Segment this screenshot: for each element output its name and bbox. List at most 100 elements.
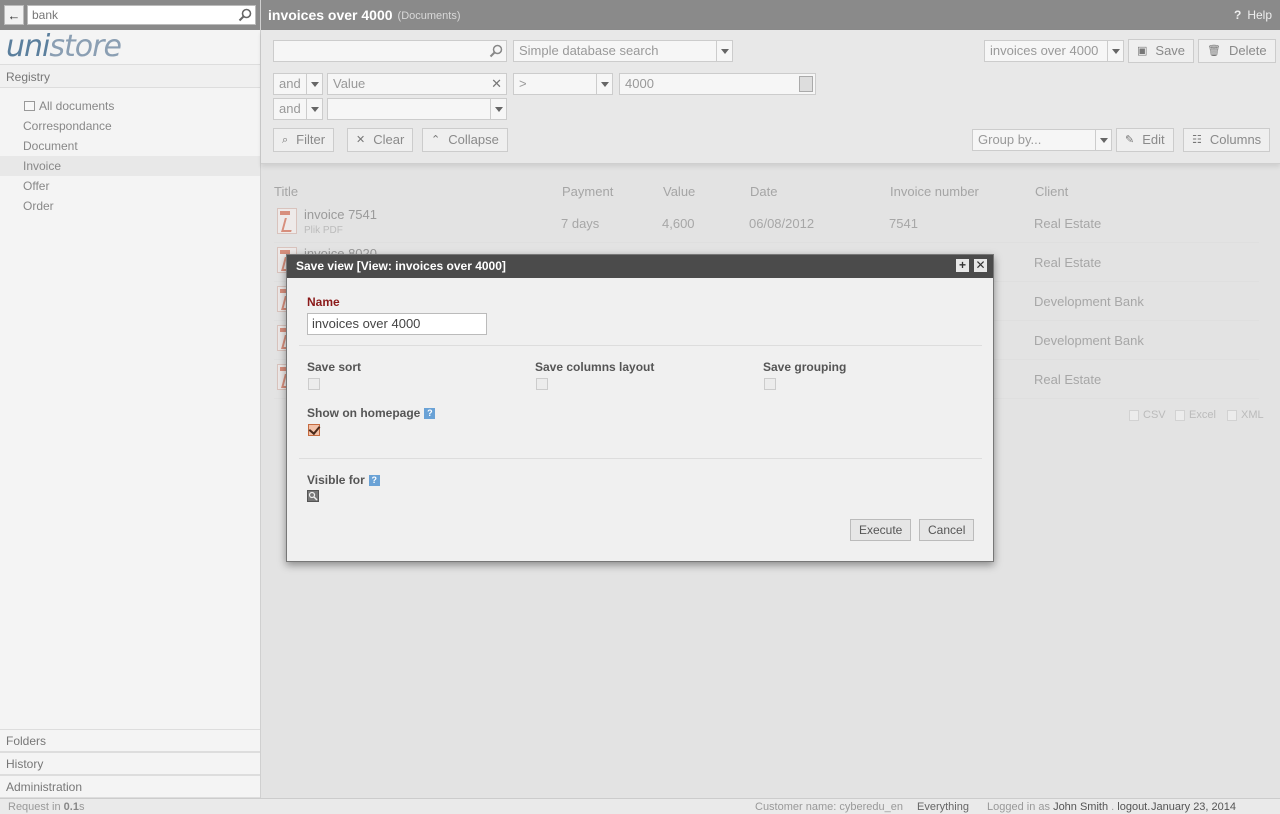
tree-item-order[interactable]: Order [0, 196, 260, 216]
chevron-up-icon: ⌃ [431, 134, 441, 146]
filter-button[interactable]: ⌕ Filter [273, 128, 335, 152]
help-icon[interactable]: ? [424, 408, 436, 419]
cancel-button[interactable]: Cancel [919, 519, 975, 541]
tree-item-offer[interactable]: Offer [0, 176, 260, 196]
execute-button[interactable]: Execute [850, 519, 912, 541]
search-type-select[interactable]: Simple database search [513, 40, 733, 62]
condition-field-select[interactable]: Value ✕ [327, 73, 507, 95]
visible-for-text: Visible for [307, 473, 365, 487]
save-view-dialog: Save view [View: invoices over 4000] + ✕… [286, 254, 994, 562]
search-icon[interactable] [307, 490, 319, 502]
save-button[interactable]: ▣ Save [1128, 39, 1195, 63]
delete-button[interactable]: 🗑 Delete [1198, 39, 1276, 63]
sidebar-section-registry[interactable]: Registry [0, 64, 260, 88]
page-title: invoices over 4000 [268, 7, 393, 23]
back-arrow-icon[interactable]: ← [4, 5, 24, 25]
close-icon[interactable]: ✕ [491, 74, 502, 94]
help-icon[interactable]: ? [368, 475, 380, 486]
save-label: Save [1155, 43, 1186, 58]
edit-label: Edit [1142, 132, 1165, 147]
sidebar-section-administration[interactable]: Administration [0, 775, 260, 798]
tree-item-correspondance[interactable]: Correspondance [0, 116, 260, 136]
help-link[interactable]: ? Help [1234, 8, 1272, 22]
request-time-value: 0.1 [63, 801, 79, 813]
tree-item-document[interactable]: Document [0, 136, 260, 156]
condition-operator-value: and [279, 101, 301, 116]
filter-label: Filter [296, 132, 326, 147]
chevron-down-icon [490, 99, 506, 119]
save-grouping-label: Save grouping [763, 360, 847, 374]
show-homepage-checkbox[interactable] [308, 424, 320, 436]
view-select-value: invoices over 4000 [990, 43, 1099, 58]
request-unit: s [78, 801, 85, 813]
clear-button[interactable]: ✕ Clear [347, 128, 414, 152]
condition-field-select-2[interactable] [327, 98, 507, 120]
filter-panel: Simple database search invoices over 400… [261, 30, 1280, 164]
calendar-icon[interactable] [799, 76, 813, 92]
group-by-select[interactable]: Group by... [972, 129, 1112, 151]
search-icon: ⌕ [282, 134, 289, 146]
delete-label: Delete [1228, 43, 1267, 58]
condition-comparator-value: > [519, 76, 527, 91]
search-icon[interactable] [237, 7, 253, 23]
request-time: Request in 0.1s [8, 799, 84, 814]
logo-part-store: store [49, 29, 122, 64]
sidebar: ← bank unistore Registry All documents C… [0, 0, 261, 798]
save-sort-label: Save sort [307, 360, 362, 374]
customer-name: Customer name: cyberedu_en [755, 801, 903, 813]
chevron-down-icon [306, 74, 322, 94]
group-by-value: Group by... [978, 132, 1042, 147]
tree-item-invoice[interactable]: Invoice [0, 156, 260, 176]
logged-in-prefix: Logged in as [987, 801, 1054, 813]
condition-operator-value: and [279, 76, 301, 91]
page-subtitle: (Documents) [397, 10, 461, 22]
sidebar-search-value: bank [32, 8, 59, 22]
topbar: invoices over 4000 (Documents) ? Help [261, 0, 1280, 30]
document-tree: All documents Correspondance Document In… [0, 88, 260, 216]
sidebar-search-bar: ← bank [0, 0, 260, 30]
sidebar-search-input[interactable]: bank [27, 5, 256, 25]
show-homepage-text: Show on homepage [307, 406, 421, 420]
edit-button[interactable]: ✎ Edit [1116, 128, 1174, 152]
floppy-icon: ▣ [1137, 45, 1148, 57]
close-icon[interactable]: ✕ [974, 259, 987, 272]
save-columns-label: Save columns layout [535, 360, 655, 374]
search-type-value: Simple database search [519, 43, 659, 58]
condition-field-value: Value [333, 76, 366, 91]
condition-operator-select-2[interactable]: and [273, 98, 323, 120]
tree-item-all-documents[interactable]: All documents [0, 96, 260, 116]
logo-part-uni: uni [6, 29, 50, 64]
chevron-down-icon [1095, 130, 1111, 150]
close-icon: ✕ [356, 134, 366, 146]
divider [299, 458, 982, 459]
chevron-down-icon [716, 41, 732, 61]
chevron-down-icon [596, 74, 612, 94]
maximize-icon[interactable]: + [956, 259, 969, 272]
everything-link[interactable]: Everything [917, 799, 969, 814]
view-name-input[interactable]: invoices over 4000 [307, 313, 487, 335]
save-grouping-checkbox[interactable] [764, 378, 776, 390]
logout-link[interactable]: logout. [1117, 801, 1150, 813]
fulltext-search-input[interactable] [273, 40, 507, 62]
save-sort-checkbox[interactable] [308, 378, 320, 390]
chevron-down-icon [1107, 41, 1123, 61]
sidebar-section-history[interactable]: History [0, 752, 260, 775]
user-name-link[interactable]: John Smith [1053, 801, 1108, 813]
help-icon: ? [1233, 8, 1242, 22]
save-columns-checkbox[interactable] [536, 378, 548, 390]
folder-icon [24, 101, 35, 111]
collapse-button[interactable]: ⌃ Collapse [422, 128, 508, 152]
visible-for-label: Visible for? [307, 473, 380, 487]
condition-operator-select[interactable]: and [273, 73, 323, 95]
columns-icon: ☷ [1192, 134, 1202, 146]
search-icon[interactable] [488, 43, 504, 59]
datetime: January 23, 2014 15:06:50 [1151, 801, 1237, 813]
condition-comparator-select[interactable]: > [513, 73, 613, 95]
view-select[interactable]: invoices over 4000 [984, 40, 1124, 62]
sidebar-section-folders[interactable]: Folders [0, 729, 260, 752]
name-label: Name [307, 295, 340, 309]
columns-button[interactable]: ☷ Columns [1183, 128, 1271, 152]
columns-label: Columns [1209, 132, 1262, 147]
logo[interactable]: unistore [0, 30, 260, 64]
condition-value-input[interactable]: 4000 [619, 73, 816, 95]
